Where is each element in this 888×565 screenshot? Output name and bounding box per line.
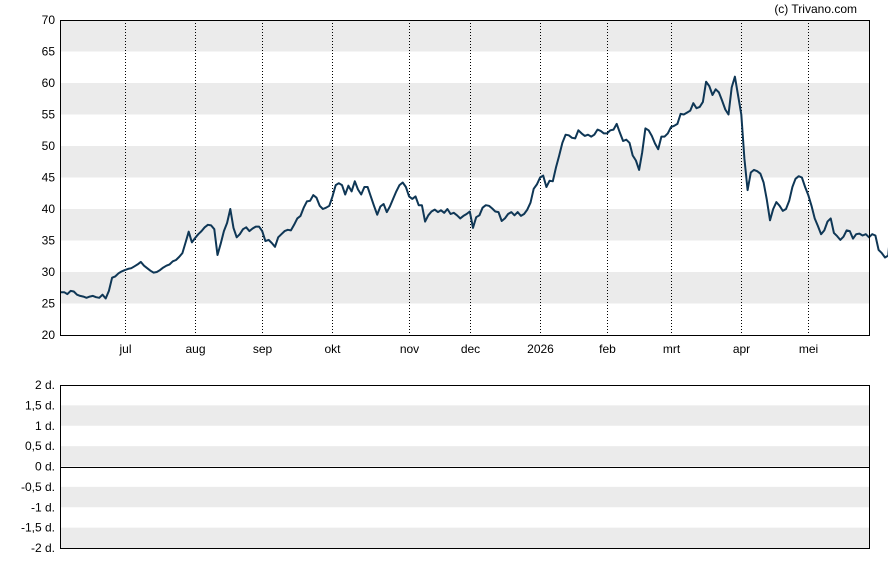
x-tick-label: okt	[324, 342, 341, 356]
price-chart-bands	[60, 20, 869, 304]
y-tick-label: 45	[42, 171, 56, 185]
x-tick-label: mrt	[663, 342, 681, 356]
indicator-y-tick-label: -1,5 d.	[21, 521, 55, 535]
y-tick-label: 30	[42, 265, 56, 279]
indicator-y-tick-label: -1 d.	[31, 500, 55, 514]
indicator-chart-band	[60, 486, 869, 508]
price-chart-band	[60, 272, 869, 304]
y-tick-label: 20	[42, 328, 56, 342]
x-tick-label: nov	[400, 342, 419, 356]
x-tick-label: sep	[253, 342, 273, 356]
price-chart-y-tick-labels: 20 25 30 35 40 45 50 55 60 65 70	[42, 13, 56, 342]
y-tick-label: 60	[42, 76, 56, 90]
indicator-chart: -2 d. -1,5 d. -1 d. -0,5 d. 0 d. 0,5 d. 1 d. 1,…	[21, 378, 870, 555]
x-tick-label: mei	[799, 342, 818, 356]
y-tick-label: 50	[42, 139, 56, 153]
x-tick-label: 2026	[527, 342, 554, 356]
y-tick-label: 65	[42, 45, 56, 59]
indicator-chart-y-tick-labels: -2 d. -1,5 d. -1 d. -0,5 d. 0 d. 0,5 d. 1 d. 1,…	[21, 378, 55, 555]
indicator-y-tick-label: 0 d.	[35, 460, 55, 474]
price-chart-band	[60, 20, 869, 52]
price-chart-band	[60, 146, 869, 178]
indicator-y-tick-label: 0,5 d.	[25, 439, 55, 453]
indicator-y-tick-label: -2 d.	[31, 541, 55, 555]
x-tick-label: apr	[733, 342, 750, 356]
indicator-y-tick-label: 1,5 d.	[25, 398, 55, 412]
chart-figure: (c) Trivano.com 20 25 30 35 40 45 50 55 60 65 70 j…	[21, 2, 888, 555]
y-tick-label: 35	[42, 234, 56, 248]
price-chart-band	[60, 209, 869, 241]
indicator-chart-band	[60, 405, 869, 426]
indicator-y-tick-label: 2 d.	[35, 378, 55, 392]
y-tick-label: 40	[42, 202, 56, 216]
x-tick-label: feb	[599, 342, 616, 356]
x-tick-label: dec	[461, 342, 480, 356]
price-chart-x-tick-labels: jul aug sep okt nov dec 2026 feb mrt apr mei	[118, 342, 818, 356]
indicator-chart-band	[60, 527, 869, 548]
y-tick-label: 70	[42, 13, 56, 27]
y-tick-label: 55	[42, 108, 56, 122]
x-tick-label: jul	[118, 342, 131, 356]
y-tick-label: 25	[42, 297, 56, 311]
indicator-chart-bands	[60, 405, 869, 548]
indicator-y-tick-label: 1 d.	[35, 419, 55, 433]
price-chart: 20 25 30 35 40 45 50 55 60 65 70 jul aug sep okt nov de…	[42, 13, 888, 356]
indicator-chart-band	[60, 446, 869, 467]
price-chart-band	[60, 83, 869, 115]
indicator-y-tick-label: -0,5 d.	[21, 480, 55, 494]
credit-text: (c) Trivano.com	[774, 2, 857, 16]
x-tick-label: aug	[185, 342, 205, 356]
